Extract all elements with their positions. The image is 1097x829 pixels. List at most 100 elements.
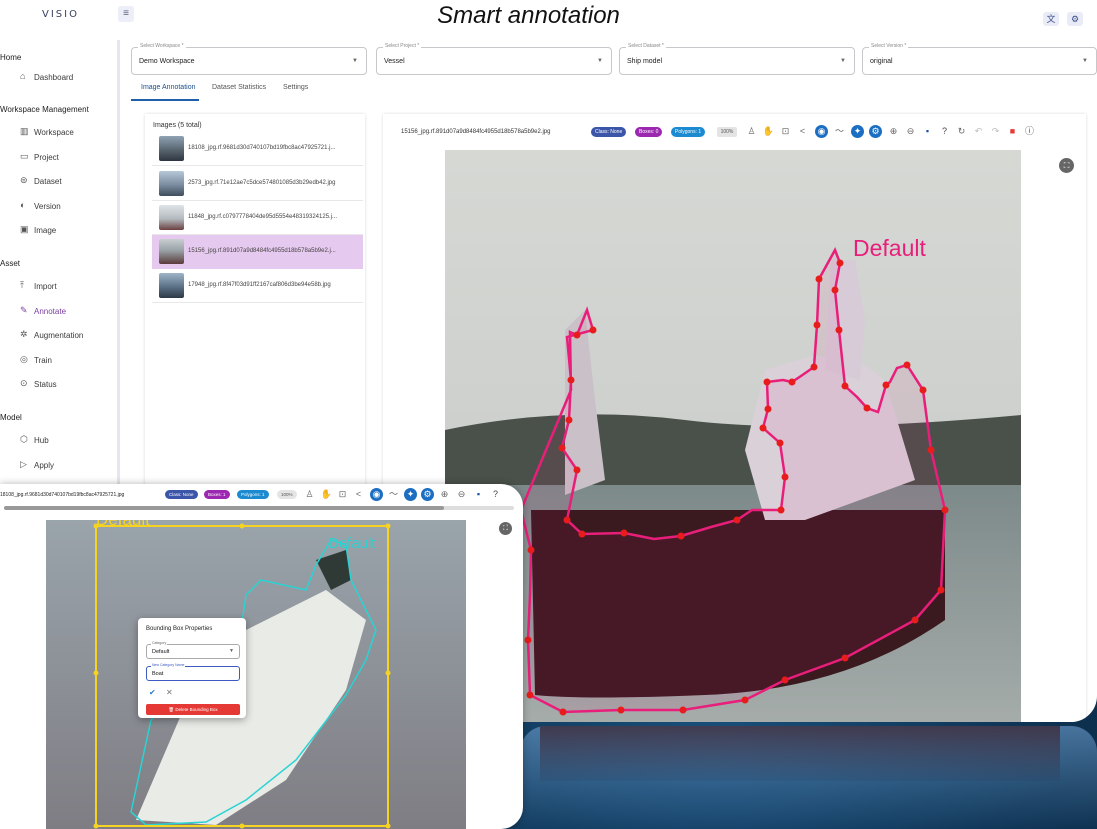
sidebar-item-augmentation[interactable]: ✲ Augmentation [20, 325, 112, 345]
inset-annotation-window: 18108_jpg.rf.9681d30d740107bd19fbc8ac479… [0, 484, 523, 829]
scrollbar-thumb[interactable] [4, 506, 444, 510]
sidebar-item-status[interactable]: ⊙ Status [20, 374, 112, 394]
active-tab-indicator [131, 99, 199, 101]
reset-icon[interactable]: ↻ [955, 125, 968, 138]
confirm-check-icon[interactable]: ✔ [149, 688, 156, 697]
hand-icon[interactable]: ✋ [320, 488, 333, 501]
status-icon: ⊙ [20, 378, 28, 388]
polyline-icon[interactable]: 〜 [387, 488, 400, 501]
delete-bounding-box-button[interactable]: 🗑 Delete Bounding Box [146, 704, 240, 715]
sidebar-section-home: Home [0, 53, 22, 62]
save-icon[interactable]: ▪ [472, 488, 485, 501]
target-icon[interactable]: ◉ [370, 488, 383, 501]
image-list-panel: Images (5 total) 18108_jpg.rf.9681d30d74… [145, 114, 365, 494]
main-annotation-image[interactable]: Default [445, 150, 1021, 722]
inset-class-pill[interactable]: Class: None [165, 490, 198, 499]
home-icon: ⌂ [20, 71, 26, 81]
bounding-box-properties-dialog: Bounding Box Properties Category Default… [138, 618, 246, 718]
chevron-down-icon: ▼ [352, 58, 358, 64]
info-icon[interactable]: ⓘ [1023, 125, 1036, 138]
delete-icon[interactable]: ■ [1006, 125, 1019, 138]
sidebar-item-workspace[interactable]: ▥ Workspace [20, 122, 112, 142]
sidebar-section-asset: Asset [0, 259, 21, 268]
chevron-down-icon: ▼ [597, 58, 603, 64]
image-list-title: Images (5 total) [153, 122, 202, 129]
fullscreen-icon[interactable]: ⛶ [499, 522, 512, 535]
inset-polygon-label: Default [328, 535, 376, 552]
undo-icon[interactable]: ↶ [972, 125, 985, 138]
image-list-item-selected[interactable]: 15156_jpg.rf.891d07a9d8484fc4955d18b578a… [152, 235, 363, 269]
workspace-select[interactable]: Select Workspace * Demo Workspace ▼ [131, 43, 367, 75]
person-icon[interactable]: ♙ [303, 488, 316, 501]
category-select[interactable]: Category Default ▼ [146, 641, 240, 659]
tab-settings[interactable]: Settings [283, 84, 308, 91]
share-icon[interactable]: < [352, 488, 365, 501]
gear-icon[interactable]: ⚙ [421, 488, 434, 501]
inset-zoom-level: 100% [277, 490, 297, 499]
share-icon[interactable]: < [796, 125, 809, 138]
image-list-item[interactable]: 2573_jpg.rf.71e12ae7c5dce574801085d3b29e… [152, 167, 363, 201]
sidebar-item-train[interactable]: ◎ Train [20, 350, 112, 370]
tab-dataset-statistics[interactable]: Dataset Statistics [212, 84, 266, 91]
image-icon: ▣ [20, 224, 29, 234]
new-category-input[interactable]: New Category Name Boat [146, 663, 240, 681]
sidebar-item-annotate[interactable]: ✎ Annotate [20, 301, 112, 321]
sidebar-item-dataset[interactable]: ⊜ Dataset [20, 171, 112, 191]
hand-icon[interactable]: ✋ [762, 125, 775, 138]
polygons-pill[interactable]: Polygons: 1 [671, 127, 706, 137]
project-select[interactable]: Select Project * Vessel ▼ [376, 43, 612, 75]
box-tool-icon[interactable]: ⊡ [336, 488, 349, 501]
sidebar-item-dashboard[interactable]: ⌂ Dashboard [20, 67, 112, 87]
inset-annotation-image[interactable]: Default Default [46, 520, 466, 829]
sidebar-item-project[interactable]: ▭ Project [20, 147, 112, 167]
horizontal-scrollbar[interactable] [4, 506, 514, 510]
inset-boxes-pill[interactable]: Boxes: 1 [204, 490, 230, 499]
tab-image-annotation[interactable]: Image Annotation [141, 84, 196, 91]
person-icon[interactable]: ♙ [745, 125, 758, 138]
image-thumbnail [159, 205, 184, 230]
sidebar-item-import[interactable]: ⤒ Import [20, 276, 112, 296]
class-pill[interactable]: Class: None [591, 127, 627, 137]
boxes-pill[interactable]: Boxes: 0 [635, 127, 663, 137]
zoom-out-icon[interactable]: ⊖ [904, 125, 917, 138]
chevron-down-icon: ▼ [840, 58, 846, 64]
magic-wand-icon[interactable]: ✦ [851, 125, 864, 138]
sidebar-item-hub[interactable]: ⬡ Hub [20, 430, 112, 450]
sidebar-section-model: Model [0, 413, 22, 422]
viewer-filename: 15156_jpg.rf.891d07a9d8484fc4955d18b578a… [401, 129, 551, 135]
building-icon: ▥ [20, 126, 29, 136]
polygon-label: Default [853, 235, 926, 261]
fullscreen-icon[interactable]: ⛶ [1059, 158, 1074, 173]
gear-icon[interactable]: ⚙ [869, 125, 882, 138]
image-list-item[interactable]: 17948_jpg.rf.8f47f03d91ff2167caf806d3be9… [152, 269, 363, 303]
augmentation-icon: ✲ [20, 329, 28, 339]
magic-wand-icon[interactable]: ✦ [404, 488, 417, 501]
translate-icon[interactable]: 文 [1043, 12, 1059, 26]
dataset-select[interactable]: Select Dataset * Ship model ▼ [619, 43, 855, 75]
polyline-icon[interactable]: 〜 [833, 125, 846, 138]
settings-icon[interactable]: ⚙ [1067, 12, 1083, 26]
image-list-item[interactable]: 11848_jpg.rf.c0797778404de95d5554e483193… [152, 201, 363, 235]
cancel-close-icon[interactable]: ✕ [166, 688, 173, 697]
target-icon[interactable]: ◉ [815, 125, 828, 138]
inset-polygons-pill[interactable]: Polygons: 1 [237, 490, 269, 499]
save-icon[interactable]: ▪ [921, 125, 934, 138]
zoom-out-icon[interactable]: ⊖ [455, 488, 468, 501]
zoom-in-icon[interactable]: ⊕ [438, 488, 451, 501]
box-tool-icon[interactable]: ⊡ [779, 125, 792, 138]
image-thumbnail [159, 171, 184, 196]
sidebar-item-version[interactable]: ◐ Version [20, 196, 112, 216]
sidebar-item-image[interactable]: ▣ Image [20, 220, 112, 240]
image-list-item[interactable]: 18108_jpg.rf.9681d30d740107bd19fbc8ac479… [152, 132, 363, 166]
image-thumbnail [159, 273, 184, 298]
dialog-title: Bounding Box Properties [146, 626, 213, 632]
folder-icon: ▭ [20, 151, 29, 161]
sidebar-item-apply[interactable]: ▷ Apply [20, 455, 112, 475]
help-icon[interactable]: ? [489, 488, 502, 501]
version-select[interactable]: Select Version * original ▼ [862, 43, 1097, 75]
zoom-in-icon[interactable]: ⊕ [887, 125, 900, 138]
help-icon[interactable]: ? [938, 125, 951, 138]
redo-icon[interactable]: ↷ [989, 125, 1002, 138]
box-label: Default [96, 520, 150, 529]
zoom-level: 100% [717, 127, 737, 137]
